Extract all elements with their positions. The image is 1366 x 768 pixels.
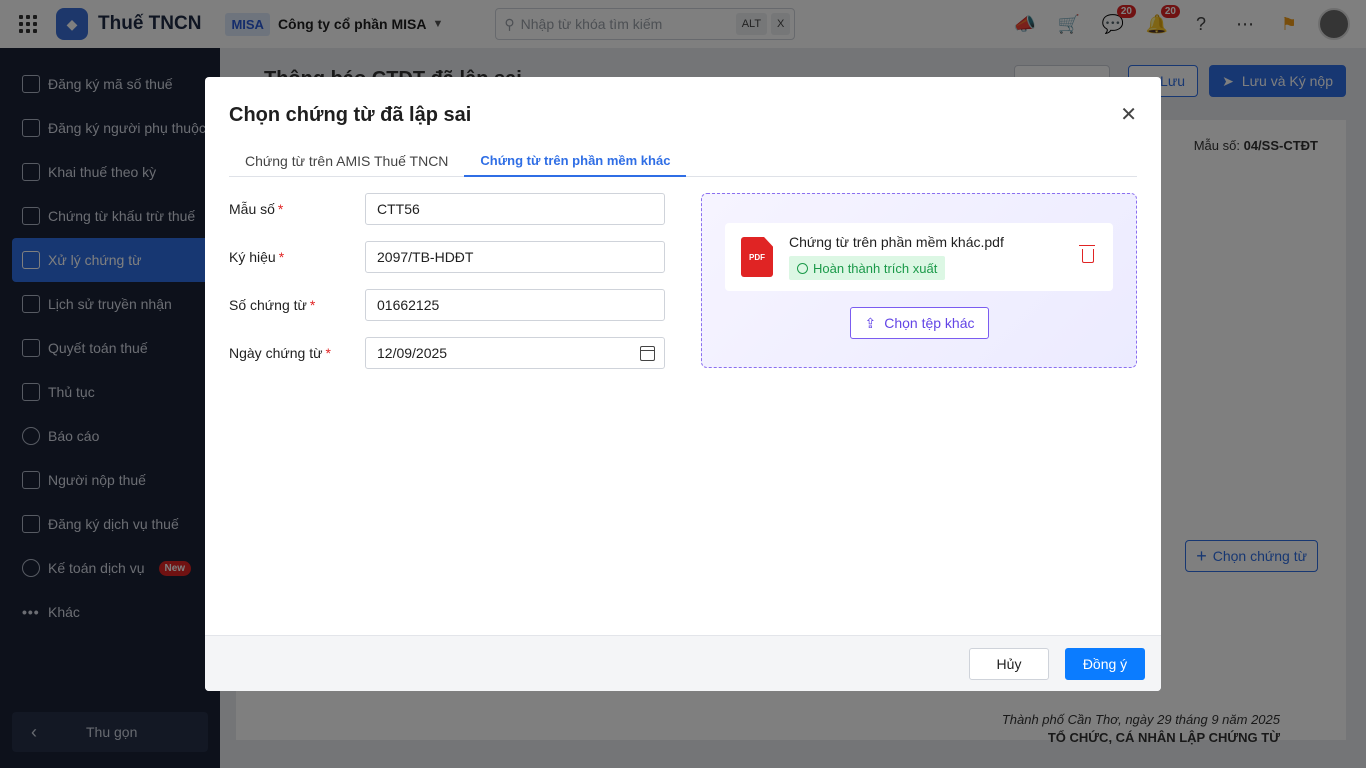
dialog-title: Chọn chứng từ đã lập sai [229,104,472,126]
uploaded-file-card: PDF Chứng từ trên phần mềm khác.pdf Hoàn… [725,223,1113,291]
voucher-date-label: Ngày chứng từ * [229,345,365,361]
voucher-date-row: Ngày chứng từ * 12/09/2025 [229,337,665,369]
required-mark: * [278,249,285,265]
voucher-number-field[interactable]: 01662125 [365,289,665,321]
dialog-tabs: Chứng từ trên AMIS Thuế TNCN Chứng từ tr… [229,147,1137,177]
pdf-file-icon: PDF [741,237,773,277]
required-mark: * [325,345,331,361]
choose-other-file-label: Chọn tệp khác [884,315,975,331]
voucher-date-field[interactable]: 12/09/2025 [365,337,665,369]
file-name: Chứng từ trên phần mềm khác.pdf [789,234,1004,250]
label-text: Số chứng từ [229,297,307,313]
form-template-row: Mẫu số * CTT56 [229,193,665,225]
form-template-label: Mẫu số * [229,201,365,217]
file-dropzone[interactable]: PDF Chứng từ trên phần mềm khác.pdf Hoàn… [701,193,1137,368]
upload-icon: ⇪ [864,314,877,331]
symbol-field[interactable]: 2097/TB-HDĐT [365,241,665,273]
check-circle-icon [797,262,808,274]
cancel-button[interactable]: Hủy [969,648,1049,680]
voucher-number-row: Số chứng từ * 01662125 [229,289,665,321]
tab-amis-vouchers[interactable]: Chứng từ trên AMIS Thuế TNCN [229,147,464,177]
status-badge: Hoàn thành trích xuất [789,256,946,280]
symbol-row: Ký hiệu * 2097/TB-HDĐT [229,241,665,273]
trash-icon[interactable] [1079,245,1095,263]
status-text: Hoàn thành trích xuất [813,260,938,276]
label-text: Ký hiệu [229,249,276,265]
voucher-number-label: Số chứng từ * [229,297,365,313]
required-mark: * [277,201,284,217]
tab-other-software-vouchers[interactable]: Chứng từ trên phần mềm khác [464,147,687,177]
form-template-field[interactable]: CTT56 [365,193,665,225]
required-mark: * [309,297,316,313]
choose-other-file-button[interactable]: ⇪ Chọn tệp khác [850,307,989,339]
select-voucher-dialog: Chọn chứng từ đã lập sai ✕ Chứng từ trên… [205,77,1161,691]
label-text: Ngày chứng từ [229,345,323,361]
symbol-label: Ký hiệu * [229,249,365,265]
confirm-button[interactable]: Đồng ý [1065,648,1145,680]
calendar-icon[interactable] [640,346,655,361]
close-icon[interactable]: ✕ [1120,105,1137,125]
voucher-date-value: 12/09/2025 [377,345,448,361]
label-text: Mẫu số [229,201,275,217]
dialog-footer: Hủy Đồng ý [205,635,1161,691]
